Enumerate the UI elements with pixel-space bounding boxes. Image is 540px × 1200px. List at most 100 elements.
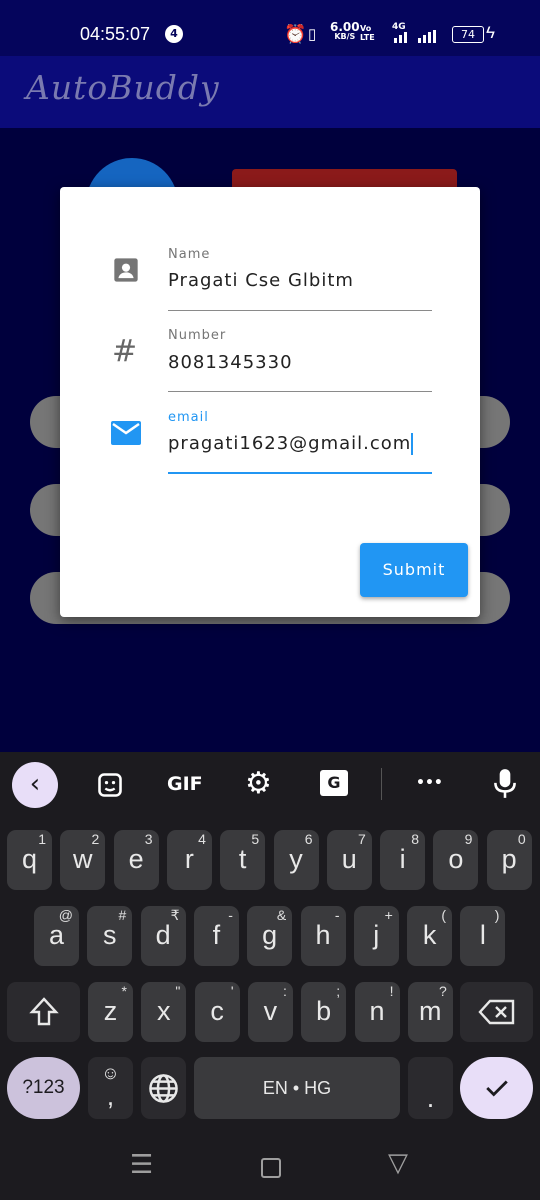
signal-icon xyxy=(394,30,436,43)
shift-key[interactable] xyxy=(7,982,80,1042)
contact-card-icon xyxy=(114,258,138,282)
key-f[interactable]: -f xyxy=(193,906,239,966)
key-m[interactable]: ? m xyxy=(407,982,453,1042)
key-v[interactable]: :v xyxy=(247,982,293,1042)
shift-arrow-icon xyxy=(29,997,59,1026)
submit-button[interactable]: Submit xyxy=(360,543,468,597)
key-d[interactable]: ₹ d xyxy=(140,906,186,966)
alarm-icon: ⏰ xyxy=(284,24,307,44)
key-label: a xyxy=(48,920,65,950)
enter-key[interactable] xyxy=(460,1057,533,1119)
number-underline xyxy=(168,391,432,392)
key-label: n xyxy=(369,996,385,1026)
toolbar-divider xyxy=(381,768,382,800)
key-label: v xyxy=(263,996,278,1026)
key-label: y xyxy=(289,844,303,874)
key-w[interactable]: 2w xyxy=(60,830,106,890)
key-x[interactable]: " x xyxy=(141,982,187,1042)
battery-icon: 74 xyxy=(452,26,484,43)
key-label: c xyxy=(210,996,224,1026)
key-g[interactable]: & g xyxy=(247,906,293,966)
key-y[interactable]: 6y xyxy=(273,830,319,890)
key-c[interactable]: ' c xyxy=(194,982,240,1042)
key-u[interactable]: 7u xyxy=(326,830,372,890)
more-options-button[interactable]: ••• xyxy=(416,775,443,791)
key-z[interactable]: * z xyxy=(88,982,133,1042)
home-square-icon[interactable] xyxy=(261,1158,281,1178)
number-label: Number xyxy=(168,328,227,343)
key-label: i xyxy=(399,844,406,874)
key-label: m xyxy=(419,996,442,1026)
globe-icon xyxy=(149,1074,178,1103)
backspace-icon xyxy=(478,999,515,1025)
emoji-comma-key[interactable]: ☺ , xyxy=(88,1057,133,1119)
key-b[interactable]: ; b xyxy=(301,982,347,1042)
backspace-key[interactable] xyxy=(460,982,533,1042)
hash-icon: # xyxy=(112,334,138,369)
keyboard-back-button[interactable]: ‹ xyxy=(12,762,58,808)
sticker-icon[interactable] xyxy=(96,771,124,799)
key-a[interactable]: @ a xyxy=(34,906,79,966)
comma-label: , xyxy=(106,1081,115,1111)
recents-menu-icon[interactable]: ☰ xyxy=(130,1150,153,1180)
key-label: o xyxy=(448,844,464,874)
key-k[interactable]: (k xyxy=(407,906,453,966)
email-label: email xyxy=(168,410,209,425)
checkmark-icon xyxy=(486,1080,508,1097)
key-t[interactable]: 5t xyxy=(220,830,266,890)
vibrate-icon: ▯ xyxy=(308,26,317,43)
key-label: b xyxy=(316,996,332,1026)
key-label: d xyxy=(155,920,171,950)
name-underline xyxy=(168,310,432,311)
name-label: Name xyxy=(168,247,211,262)
key-s[interactable]: # s xyxy=(87,906,133,966)
space-bar[interactable]: EN • HG xyxy=(194,1057,400,1119)
symbols-key[interactable]: ?123 xyxy=(7,1057,80,1119)
key-label: l xyxy=(479,920,486,950)
key-n[interactable]: ! n xyxy=(354,982,400,1042)
number-field[interactable]: 8081345330 xyxy=(168,352,293,373)
email-value: pragati1623@gmail.com xyxy=(168,433,412,454)
key-label: w xyxy=(73,844,93,874)
key-label: e xyxy=(128,844,144,874)
key-h[interactable]: -h xyxy=(300,906,346,966)
notification-count-badge: 4 xyxy=(165,25,183,43)
key-label: k xyxy=(422,920,437,950)
email-underline xyxy=(168,472,432,474)
language-key[interactable] xyxy=(141,1057,186,1119)
key-p[interactable]: 0p xyxy=(486,830,532,890)
period-key[interactable]: . xyxy=(408,1057,453,1119)
key-label: p xyxy=(501,844,517,874)
status-time: 04:55:07 xyxy=(80,24,151,44)
speed-value: 6.00 xyxy=(330,20,360,34)
key-label: z xyxy=(103,996,118,1026)
translate-icon[interactable]: G xyxy=(320,770,348,796)
gif-button[interactable]: GIF xyxy=(167,773,203,795)
charging-icon: ϟ xyxy=(486,23,495,42)
network-speed: 6.00 KB/S xyxy=(330,20,360,42)
key-label: r xyxy=(184,844,194,874)
key-label: f xyxy=(212,920,221,950)
key-label: x xyxy=(157,996,171,1026)
back-triangle-icon[interactable]: ▽ xyxy=(388,1148,408,1178)
key-label: t xyxy=(238,844,247,874)
key-j[interactable]: + j xyxy=(353,906,399,966)
app-title: AutoBuddy xyxy=(26,68,220,107)
key-l[interactable]: ) l xyxy=(460,906,506,966)
key-label: h xyxy=(315,920,331,950)
email-field[interactable]: pragati1623@gmail.com xyxy=(168,433,414,455)
text-cursor xyxy=(411,433,414,455)
volte-indicator: Vo LTE xyxy=(360,24,375,42)
microphone-icon[interactable] xyxy=(492,768,518,800)
email-icon xyxy=(111,421,141,445)
key-r[interactable]: 4r xyxy=(166,830,212,890)
settings-gear-icon[interactable]: ⚙ xyxy=(245,766,272,801)
key-o[interactable]: 9o xyxy=(433,830,479,890)
key-e[interactable]: 3e xyxy=(113,830,159,890)
key-q[interactable]: 1q xyxy=(7,830,52,890)
key-label: u xyxy=(341,844,357,874)
key-i[interactable]: 8i xyxy=(380,830,426,890)
key-label: s xyxy=(103,920,117,950)
name-field[interactable]: Pragati Cse Glbitm xyxy=(168,270,354,291)
key-label: j xyxy=(373,920,380,950)
